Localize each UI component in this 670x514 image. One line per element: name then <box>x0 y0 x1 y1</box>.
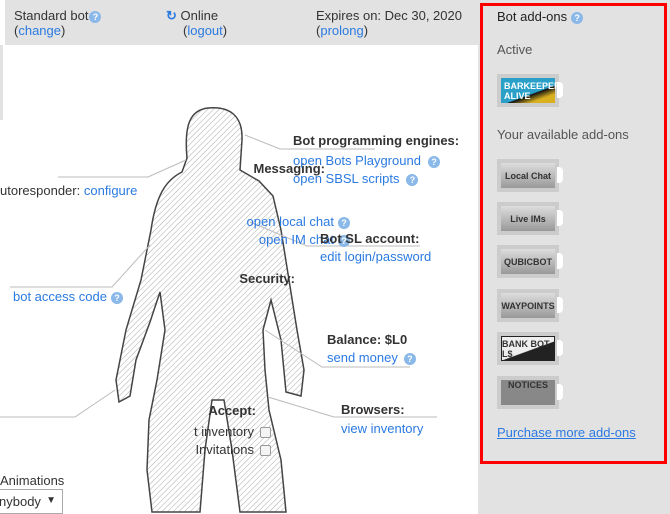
open-bots-playground-link[interactable]: open Bots Playground <box>293 153 421 168</box>
help-icon[interactable]: ? <box>338 216 350 229</box>
animations-label: Animations <box>0 473 65 488</box>
edit-login-text[interactable]: edit login/password <box>320 249 431 264</box>
send-money-row: send money? <box>327 350 416 365</box>
accept-inventory-row: t inventory <box>194 424 271 439</box>
addon-image: WAYPOINTS <box>501 293 555 318</box>
addon-waypoints[interactable]: WAYPOINTS <box>497 289 563 322</box>
addon-image: NOTICES <box>501 380 555 405</box>
purchase-addons-text[interactable]: Purchase more add-ons <box>497 425 636 440</box>
addons-title-row: Bot add-ons? <box>497 9 584 24</box>
accept-inventory-checkbox[interactable] <box>260 427 271 439</box>
accept-invitations-checkbox[interactable] <box>260 445 271 457</box>
active-label: Active <box>497 42 533 57</box>
bot-access-code-link[interactable]: bot access code <box>13 289 107 304</box>
addon-local-chat[interactable]: Local Chat <box>497 159 563 192</box>
playground-row: open Bots Playground? <box>293 153 440 168</box>
purchase-addons-link[interactable]: Purchase more add-ons <box>497 425 636 440</box>
addon-image: Live IMs <box>501 206 555 231</box>
open-sbsl-scripts-link[interactable]: open SBSL scripts <box>293 171 399 186</box>
help-icon[interactable]: ? <box>406 173 419 186</box>
access-code-row: bot access code? <box>13 289 123 304</box>
addon-image: BANK BOT L$ <box>501 336 555 361</box>
send-money-link[interactable]: send money <box>327 350 398 365</box>
addon-image: QUBICBOT <box>501 249 555 274</box>
balance-heading: Balance: $L0 <box>327 332 408 347</box>
addon-image: BARKEEPER ALIVE <box>501 78 561 103</box>
engines-heading: Bot programming engines: <box>293 133 460 148</box>
accept-heading: Accept: <box>208 403 256 418</box>
available-label: Your available add-ons <box>497 127 629 142</box>
addons-title: Bot add-ons <box>497 9 568 24</box>
addon-live-ims[interactable]: Live IMs <box>497 202 563 235</box>
animations-select[interactable]: nybody ▼ <box>0 489 63 514</box>
addon-image: Local Chat <box>501 163 555 188</box>
view-inventory-link[interactable]: view inventory <box>341 421 423 436</box>
autoresponder-row: utoresponder: configure <box>0 183 137 198</box>
open-local-chat-link[interactable]: open local chat <box>247 214 334 229</box>
account-heading: Bot SL account: <box>320 231 420 246</box>
view-inventory-text[interactable]: view inventory <box>341 421 423 436</box>
sbsl-row: open SBSL scripts? <box>293 171 419 186</box>
configure-link[interactable]: configure <box>84 183 137 198</box>
accept-invitations-row: Invitations <box>195 442 271 457</box>
addon-notices[interactable]: NOTICES <box>497 376 563 409</box>
animations-selected: nybody <box>0 494 41 509</box>
edit-login-link[interactable]: edit login/password <box>320 249 431 264</box>
help-icon[interactable]: ? <box>571 11 584 24</box>
help-icon[interactable]: ? <box>403 352 416 365</box>
addon-bank-bot[interactable]: BANK BOT L$ <box>497 332 563 365</box>
dropdown-arrow-icon: ▼ <box>46 495 56 506</box>
security-heading: Security: <box>239 271 295 286</box>
browsers-heading: Browsers: <box>341 402 405 417</box>
addon-qubicbot[interactable]: QUBICBOT <box>497 245 563 278</box>
local-chat-row: open local chat? <box>247 214 350 229</box>
accept-invitations-label: Invitations <box>195 442 254 457</box>
accept-inventory-label: t inventory <box>194 424 254 439</box>
autoresponder-label: utoresponder: <box>0 183 81 198</box>
help-icon[interactable]: ? <box>427 155 440 168</box>
addon-barkeeper-alive[interactable]: BARKEEPER ALIVE <box>497 74 563 107</box>
help-icon[interactable]: ? <box>110 291 123 304</box>
